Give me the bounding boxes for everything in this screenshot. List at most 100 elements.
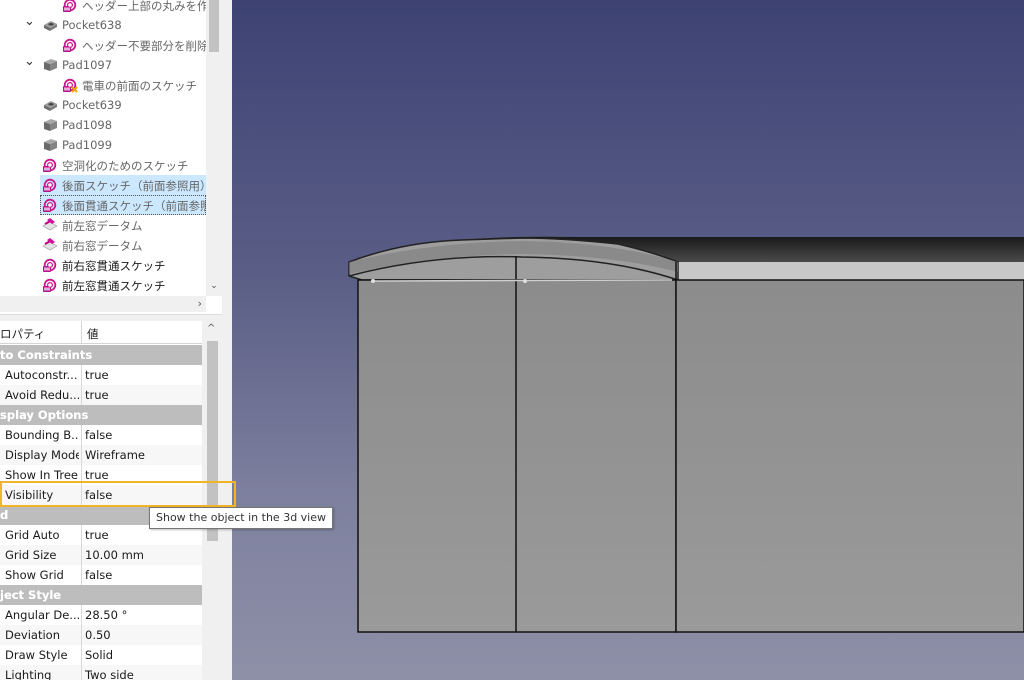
tree-item-label: 前右窓データム — [62, 239, 143, 253]
tree-item[interactable]: ⌄ Pocket638 — [0, 15, 206, 35]
property-value[interactable]: true — [85, 368, 109, 382]
tree-item-label: 後面貫通スケッチ（前面参照） — [62, 199, 222, 213]
tree-item[interactable]: 前右窓貫通スケッチ — [0, 255, 206, 275]
property-value[interactable]: false — [85, 568, 112, 582]
property-header: ロパティ 値 — [0, 321, 202, 344]
tree-item[interactable]: 後面スケッチ（前面参照用） — [40, 175, 212, 195]
tree-item[interactable]: 空洞化のためのスケッチ — [0, 155, 206, 175]
property-row[interactable]: Display Mode Wireframe — [0, 445, 202, 466]
3d-model[interactable] — [232, 0, 1024, 680]
sketch-icon — [42, 177, 58, 193]
property-name: Grid Auto — [5, 528, 60, 542]
sketch-point — [371, 279, 375, 283]
tree-item[interactable]: 電車の前面のスケッチ — [0, 75, 206, 95]
tree-scrollbar[interactable]: ⌄ — [206, 0, 222, 296]
property-group-label: d — [0, 508, 9, 522]
property-value[interactable]: 28.50 ° — [85, 608, 127, 622]
tree-item[interactable]: Pad1098 — [0, 115, 206, 135]
pocket-icon — [42, 97, 58, 113]
property-row[interactable]: Show Grid false — [0, 565, 202, 586]
expand-chevron-icon[interactable]: ⌄ — [24, 15, 35, 28]
sketch-icon — [42, 277, 58, 293]
3d-view[interactable] — [232, 0, 1024, 680]
property-value[interactable]: 10.00 mm — [85, 548, 144, 562]
left-panel: ヘッダー上部の丸みを作成 ⌄ Pocket638 ヘッダー不要部分を削除する ⌄ Pad1… — [0, 0, 222, 680]
sketch-icon — [42, 197, 58, 213]
property-value[interactable]: false — [85, 428, 112, 442]
scroll-down-icon[interactable]: ⌄ — [209, 280, 219, 292]
tree-item[interactable]: ヘッダー不要部分を削除する — [0, 35, 222, 55]
tree-item[interactable]: ヘッダー上部の丸みを作成 — [0, 0, 220, 15]
property-row[interactable]: Grid Size 10.00 mm — [0, 545, 202, 566]
tree-item-label: 前右窓貫通スケッチ — [62, 259, 166, 273]
scroll-right-icon[interactable]: › — [198, 297, 202, 310]
pad-icon — [42, 57, 58, 73]
pad-icon — [42, 117, 58, 133]
property-name: Autoconstr... — [5, 368, 78, 382]
sketch-icon — [62, 0, 78, 13]
tree-item[interactable]: ⌄ Pad1097 — [0, 55, 206, 75]
value-column-header[interactable]: 値 — [87, 326, 99, 342]
property-name: Draw Style — [5, 648, 68, 662]
sketch-icon — [42, 257, 58, 273]
property-name: Bounding B... — [5, 428, 79, 442]
tree-item-label: 前左窓データム — [62, 219, 143, 233]
tree-item[interactable]: 後面貫通スケッチ（前面参照） — [40, 195, 222, 215]
sketch-point — [523, 279, 527, 283]
property-name: Avoid Redu... — [5, 388, 79, 402]
body-front-panel — [357, 279, 677, 633]
property-group-label: ject Style — [0, 588, 62, 602]
model-tree[interactable]: ヘッダー上部の丸みを作成 ⌄ Pocket638 ヘッダー不要部分を削除する ⌄ Pad1… — [0, 0, 222, 316]
tree-item[interactable]: 前左窓データム — [0, 215, 206, 235]
property-value[interactable]: true — [85, 468, 109, 482]
property-group-header[interactable]: ject Style — [0, 585, 202, 605]
tree-item-label: 電車の前面のスケッチ — [82, 79, 197, 93]
property-value[interactable]: true — [85, 528, 109, 542]
sketch-guide-line — [371, 279, 673, 282]
property-name: Grid Size — [5, 548, 57, 562]
tree-horizontal-scrollbar[interactable]: › — [0, 296, 206, 312]
tree-item-label: ヘッダー上部の丸みを作成 — [82, 0, 220, 13]
tree-item-label: 後面スケッチ（前面参照用） — [62, 179, 212, 193]
pad-icon — [42, 137, 58, 153]
property-group-header[interactable]: to Constraints — [0, 345, 202, 365]
property-row[interactable]: Deviation 0.50 — [0, 625, 202, 646]
tree-item-label: Pad1097 — [62, 58, 113, 72]
property-row[interactable]: Bounding B... false — [0, 425, 202, 446]
property-value[interactable]: 0.50 — [85, 628, 111, 642]
tree-item[interactable]: 前右窓データム — [0, 235, 206, 255]
property-column-header[interactable]: ロパティ — [0, 326, 45, 342]
datum-icon — [42, 237, 58, 253]
property-value[interactable]: Solid — [85, 648, 113, 662]
panel-splitter[interactable] — [0, 314, 222, 321]
scroll-up-icon[interactable]: ^ — [207, 323, 215, 334]
property-name: Show Grid — [5, 568, 64, 582]
property-name: Lighting — [5, 668, 52, 680]
tree-item-label: Pocket639 — [62, 98, 122, 112]
property-row[interactable]: Draw Style Solid — [0, 645, 202, 666]
property-value[interactable]: true — [85, 388, 109, 402]
property-name: Show In Tree — [5, 468, 78, 482]
property-row[interactable]: Autoconstr... true — [0, 365, 202, 386]
property-value[interactable]: Two side — [85, 668, 134, 680]
tree-item-label: Pad1098 — [62, 118, 113, 132]
tree-item-label: Pad1099 — [62, 138, 113, 152]
property-group-label: splay Options — [0, 408, 89, 422]
tree-item[interactable]: Pocket639 — [0, 95, 206, 115]
roof-side-band — [678, 262, 1024, 280]
property-value[interactable]: Wireframe — [85, 448, 145, 462]
pocket-icon — [42, 17, 58, 33]
tree-item-label: Pocket638 — [62, 18, 122, 32]
property-name: Angular De... — [5, 608, 79, 622]
property-row[interactable]: Avoid Redu... true — [0, 385, 202, 406]
expand-chevron-icon[interactable]: ⌄ — [24, 55, 35, 68]
property-group-header[interactable]: splay Options — [0, 405, 202, 425]
property-row[interactable]: Lighting Two side — [0, 665, 202, 680]
tree-item[interactable]: 前左窓貫通スケッチ — [0, 275, 206, 295]
tree-item-label: 前左窓貫通スケッチ — [62, 279, 166, 293]
sketch-icon — [62, 37, 78, 53]
tree-scroll-thumb[interactable] — [209, 0, 219, 52]
tree-item[interactable]: Pad1099 — [0, 135, 206, 155]
sketch-warning-icon — [62, 77, 78, 93]
property-row[interactable]: Angular De... 28.50 ° — [0, 605, 202, 626]
